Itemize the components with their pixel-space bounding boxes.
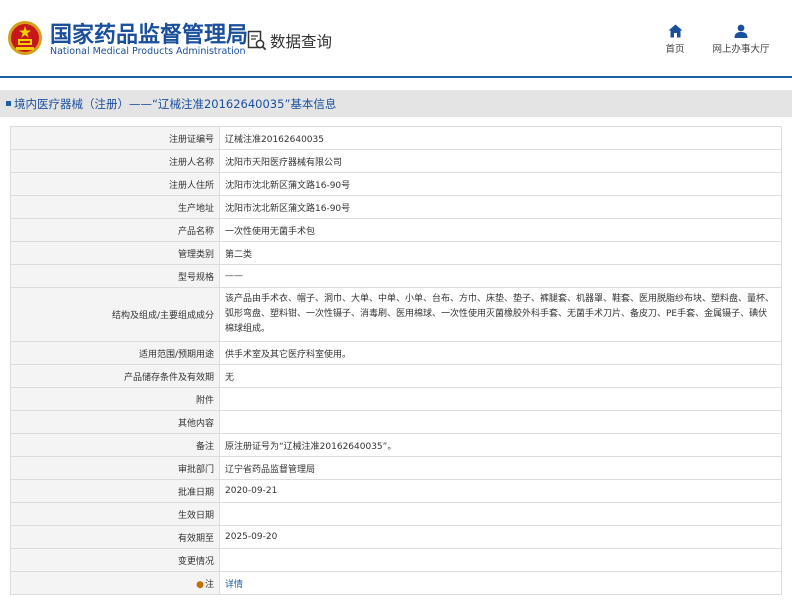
- record-title-bar: 境内医疗器械（注册）——“辽械注准20162640035”基本信息: [0, 90, 792, 117]
- table-row: 附件: [10, 387, 782, 411]
- row-value: 原注册证号为“辽械注准20162640035”。: [219, 433, 782, 457]
- row-value: [219, 410, 782, 434]
- row-label: 注册人名称: [10, 149, 220, 173]
- table-row: 产品储存条件及有效期 无: [10, 364, 782, 388]
- title-bullet-icon: [6, 101, 11, 106]
- table-row: 变更情况: [10, 548, 782, 572]
- table-row: 注册人名称 沈阳市天阳医疗器械有限公司: [10, 149, 782, 173]
- row-label: 有效期至: [10, 525, 220, 549]
- national-emblem-icon: [8, 21, 42, 55]
- row-value: 辽械注准20162640035: [219, 126, 782, 150]
- row-label: 产品名称: [10, 218, 220, 242]
- site-header: 国家药品监督管理局 National Medical Products Admi…: [0, 0, 792, 78]
- row-label: 生产地址: [10, 195, 220, 219]
- table-row: 其他内容: [10, 410, 782, 434]
- row-label: 注册人住所: [10, 172, 220, 196]
- row-value: 辽宁省药品监督管理局: [219, 456, 782, 480]
- row-value: [219, 502, 782, 526]
- nav-online-office-label: 网上办事大厅: [712, 44, 770, 55]
- record-title: 境内医疗器械（注册）——“辽械注准20162640035”基本信息: [14, 96, 337, 111]
- nav-home[interactable]: 首页: [660, 24, 690, 55]
- table-row: 生效日期: [10, 502, 782, 526]
- row-value: 沈阳市沈北新区蒲文路16-90号: [219, 195, 782, 219]
- row-value: 2025-09-20: [219, 525, 782, 549]
- table-row: ●注 详情: [10, 571, 782, 595]
- note-label-cell: ●注: [10, 571, 220, 595]
- table-row: 适用范围/预期用途 供手术室及其它医疗科室使用。: [10, 341, 782, 365]
- table-row: 有效期至 2025-09-20: [10, 525, 782, 549]
- table-row: 批准日期 2020-09-21: [10, 479, 782, 503]
- registration-info-table: 注册证编号 辽械注准20162640035 注册人名称 沈阳市天阳医疗器械有限公…: [10, 126, 782, 595]
- table-row: 审批部门 辽宁省药品监督管理局: [10, 456, 782, 480]
- table-row: 注册人住所 沈阳市沈北新区蒲文路16-90号: [10, 172, 782, 196]
- nav-online-office[interactable]: 网上办事大厅: [710, 24, 772, 55]
- row-label: 其他内容: [10, 410, 220, 434]
- row-label: 审批部门: [10, 456, 220, 480]
- table-row: 管理类别 第二类: [10, 241, 782, 265]
- row-value: [219, 548, 782, 572]
- row-label: 适用范围/预期用途: [10, 341, 220, 365]
- table-row: 备注 原注册证号为“辽械注准20162640035”。: [10, 433, 782, 457]
- row-value: 一次性使用无菌手术包: [219, 218, 782, 242]
- data-query-heading[interactable]: 数据查询: [247, 30, 332, 52]
- document-search-icon: [247, 30, 267, 51]
- row-value: 无: [219, 364, 782, 388]
- row-label: 结构及组成/主要组成成分: [10, 287, 220, 342]
- row-value: 沈阳市沈北新区蒲文路16-90号: [219, 172, 782, 196]
- nav-home-label: 首页: [665, 44, 685, 55]
- row-label: 注: [204, 579, 214, 590]
- table-row: 结构及组成/主要组成成分 该产品由手术衣、帽子、洞巾、大单、中单、小单、台布、方…: [10, 287, 782, 342]
- row-label: 管理类别: [10, 241, 220, 265]
- row-label: 注册证编号: [10, 126, 220, 150]
- row-value: 供手术室及其它医疗科室使用。: [219, 341, 782, 365]
- table-row: 生产地址 沈阳市沈北新区蒲文路16-90号: [10, 195, 782, 219]
- row-value: 2020-09-21: [219, 479, 782, 503]
- row-value: 第二类: [219, 241, 782, 265]
- site-logo-subtitle: National Medical Products Administration: [50, 46, 246, 57]
- row-label: 产品储存条件及有效期: [10, 364, 220, 388]
- row-label: 批准日期: [10, 479, 220, 503]
- row-value: 该产品由手术衣、帽子、洞巾、大单、中单、小单、台布、方巾、床垫、垫子、裤腿套、机…: [219, 287, 782, 342]
- user-icon: [734, 24, 748, 38]
- data-query-label: 数据查询: [270, 33, 333, 51]
- row-value: [219, 387, 782, 411]
- details-link[interactable]: 详情: [225, 580, 243, 590]
- table-row: 注册证编号 辽械注准20162640035: [10, 126, 782, 150]
- row-label: 变更情况: [10, 548, 220, 572]
- row-label: 附件: [10, 387, 220, 411]
- row-value: ——: [219, 264, 782, 288]
- row-value: 详情: [219, 571, 782, 595]
- row-label: 型号规格: [10, 264, 220, 288]
- site-logo-title: 国家药品监督管理局: [50, 23, 249, 48]
- table-row: 产品名称 一次性使用无菌手术包: [10, 218, 782, 242]
- home-icon: [668, 24, 682, 38]
- table-row: 型号规格 ——: [10, 264, 782, 288]
- pin-icon: ●: [196, 579, 204, 590]
- row-label: 生效日期: [10, 502, 220, 526]
- row-label: 备注: [10, 433, 220, 457]
- row-value: 沈阳市天阳医疗器械有限公司: [219, 149, 782, 173]
